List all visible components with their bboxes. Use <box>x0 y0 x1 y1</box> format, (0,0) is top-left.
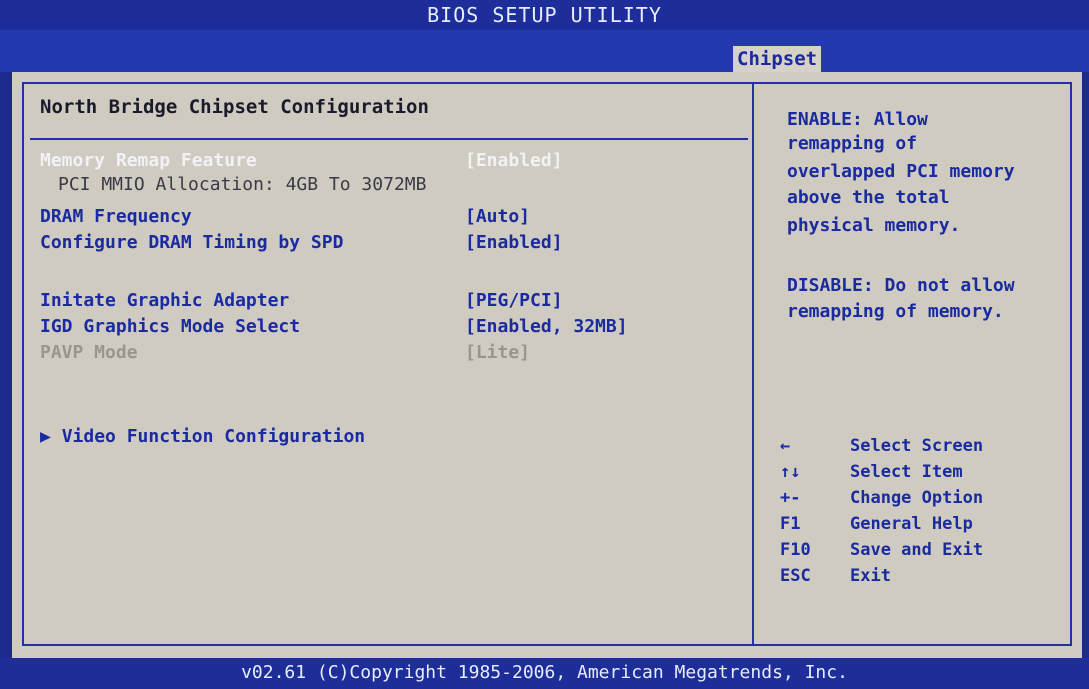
help-line: DISABLE: Do not allow <box>787 275 1015 296</box>
key-plus-minus: +- <box>780 488 801 508</box>
setting-label: Memory Remap Feature <box>40 150 257 171</box>
help-line: physical memory. <box>787 215 961 236</box>
setting-value[interactable]: [Enabled] <box>465 232 563 253</box>
key-esc: ESC <box>780 566 811 586</box>
setting-value[interactable]: [Enabled, 32MB] <box>465 316 628 337</box>
submenu-label: Video Function Configuration <box>61 426 366 447</box>
key-f10: F10 <box>780 540 811 560</box>
submenu-video-function[interactable]: ▶ Video Function Configuration <box>40 426 365 447</box>
title-divider <box>30 138 748 140</box>
help-line: ENABLE: Allow <box>787 109 928 130</box>
copyright-footer: v02.61 (C)Copyright 1985-2006, American … <box>0 658 1089 689</box>
key-left-arrow-icon: ← <box>780 436 791 456</box>
section-title: North Bridge Chipset Configuration <box>40 96 429 118</box>
setting-label: Configure DRAM Timing by SPD <box>40 232 344 253</box>
setting-label: DRAM Frequency <box>40 206 192 227</box>
setting-label: PAVP Mode <box>40 342 138 363</box>
key-description: Select Item <box>850 462 963 482</box>
setting-value[interactable]: [Auto] <box>465 206 530 227</box>
key-f1: F1 <box>780 514 801 534</box>
info-label: PCI MMIO Allocation: 4GB To 3072MB <box>58 174 427 195</box>
help-line: overlapped PCI memory <box>787 161 1015 182</box>
key-description: Change Option <box>850 488 984 508</box>
key-description: General Help <box>850 514 973 534</box>
help-line: above the total <box>787 187 950 208</box>
key-up-down-arrows-icon: ↑↓ <box>780 462 801 482</box>
setting-value[interactable]: [Enabled] <box>465 150 563 171</box>
tab-strip <box>0 30 1089 72</box>
bios-screen: BIOS SETUP UTILITY Chipset North Bridge … <box>0 0 1089 689</box>
panel-divider <box>752 82 754 646</box>
setting-label: Initate Graphic Adapter <box>40 290 290 311</box>
window-title: BIOS SETUP UTILITY <box>0 0 1089 30</box>
setting-value[interactable]: [PEG/PCI] <box>465 290 563 311</box>
submenu-arrow-icon: ▶ <box>40 426 51 447</box>
setting-label: IGD Graphics Mode Select <box>40 316 301 337</box>
setting-value: [Lite] <box>465 342 531 363</box>
key-description: Exit <box>850 566 891 586</box>
tab-chipset[interactable]: Chipset <box>733 46 822 72</box>
help-line: remapping of <box>787 133 918 154</box>
help-line: remapping of memory. <box>787 301 1004 322</box>
key-description: Select Screen <box>850 436 984 456</box>
key-description: Save and Exit <box>850 540 984 560</box>
